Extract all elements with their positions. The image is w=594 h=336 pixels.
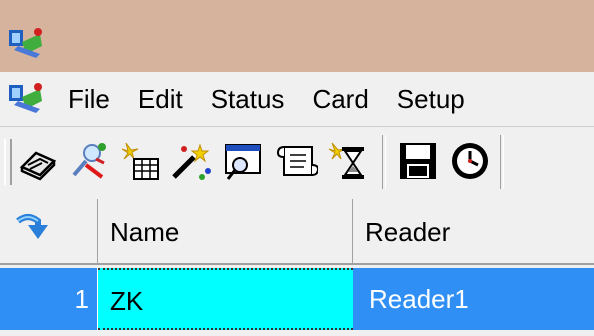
scroll-icon[interactable] [274, 139, 318, 183]
hourglass-icon[interactable] [326, 139, 370, 183]
grid-corner[interactable] [0, 199, 98, 265]
table-row[interactable]: 1 ZK Reader1 [0, 268, 594, 330]
title-bar [0, 0, 594, 72]
menu-status[interactable]: Status [197, 72, 299, 126]
clock-icon[interactable] [448, 139, 492, 183]
menu-edit[interactable]: Edit [124, 72, 197, 126]
cell-reader[interactable]: Reader1 [353, 268, 594, 330]
menu-bar: File Edit Status Card Setup [0, 72, 594, 126]
toolbar-grip[interactable] [4, 139, 12, 185]
cell-name[interactable]: ZK [98, 268, 353, 330]
scanner-icon[interactable] [16, 139, 60, 183]
column-header-name[interactable]: Name [98, 199, 353, 265]
toolbar-separator [500, 135, 504, 189]
search-window-icon[interactable] [222, 139, 266, 183]
add-device-icon[interactable] [66, 139, 110, 183]
menu-card[interactable]: Card [298, 72, 382, 126]
refresh-arrow-icon [16, 214, 48, 239]
save-icon[interactable] [396, 139, 440, 183]
grid-header: Name Reader [0, 199, 594, 267]
data-grid: Name Reader 1 ZK Reader1 [0, 199, 594, 336]
wizard-icon[interactable] [170, 139, 214, 183]
column-header-reader[interactable]: Reader [353, 199, 594, 265]
menu-setup[interactable]: Setup [383, 72, 479, 126]
menu-app-icon[interactable] [6, 79, 46, 119]
app-icon[interactable] [6, 24, 46, 64]
menu-file[interactable]: File [54, 72, 124, 126]
toolbar-separator [382, 135, 386, 189]
toolbar [0, 126, 594, 199]
row-index[interactable]: 1 [0, 268, 98, 330]
new-grid-icon[interactable] [118, 139, 162, 183]
